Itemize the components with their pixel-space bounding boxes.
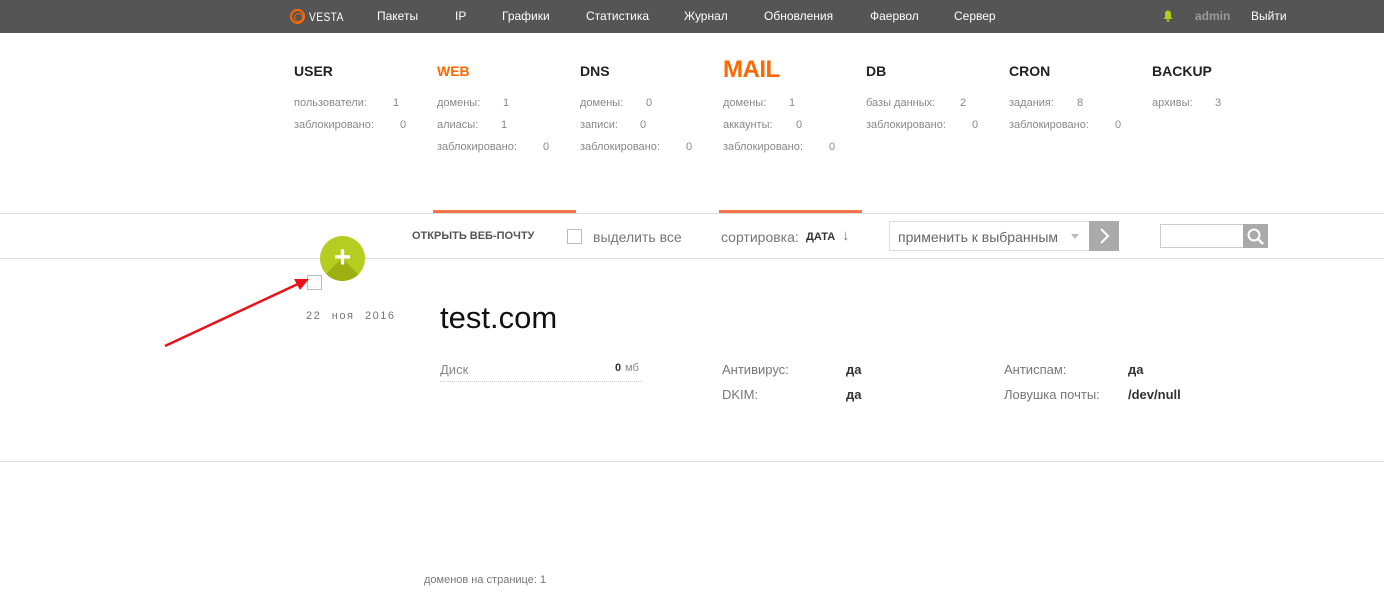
select-all-label[interactable]: выделить все (593, 229, 682, 245)
annotation-arrow-icon (164, 279, 309, 348)
search-input[interactable] (1160, 224, 1244, 248)
stat-value: 0 (796, 119, 803, 131)
select-all-checkbox[interactable] (567, 229, 582, 244)
stat-label: заблокировано: (723, 141, 803, 153)
stat-label: домены: (580, 97, 624, 109)
plus-icon: + (333, 241, 352, 274)
stat-value: 1 (393, 97, 400, 109)
antivirus-value: да (846, 362, 862, 377)
vesta-logo[interactable]: VESTA (290, 8, 350, 25)
stat-label: пользователи: (294, 97, 367, 109)
caret-down-icon (1071, 234, 1079, 239)
disk-divider (440, 381, 641, 382)
nav-packages[interactable]: Пакеты (377, 9, 418, 23)
stat-label: базы данных: (866, 97, 936, 109)
apply-bulk-action-button[interactable] (1089, 221, 1119, 251)
stat-label: заблокировано: (1009, 119, 1089, 131)
sort-direction-icon[interactable]: ↓ (842, 227, 850, 244)
nav-firewall[interactable]: Фаервол (870, 9, 919, 23)
catchall-label: Ловушка почты: (1004, 387, 1100, 402)
stat-value: 1 (789, 97, 796, 109)
menu-title-cron[interactable]: CRON (1009, 63, 1050, 79)
stat-label: заблокировано: (866, 119, 946, 131)
menu-title-web[interactable]: WEB (437, 63, 470, 79)
stat-label: домены: (723, 97, 767, 109)
open-webmail-link[interactable]: ОТКРЫТЬ ВЕБ-ПОЧТУ (412, 230, 534, 242)
stat-label: задания: (1009, 97, 1054, 109)
row-checkbox[interactable] (307, 275, 322, 290)
disk-value: 0 (615, 362, 622, 374)
dkim-label: DKIM: (722, 387, 759, 402)
stat-value: 0 (646, 97, 653, 109)
search-button[interactable] (1243, 224, 1268, 248)
bulk-action-select[interactable]: применить к выбранным (889, 221, 1090, 251)
vesta-logo-icon (290, 9, 305, 24)
antispam-value: да (1128, 362, 1144, 377)
chevron-right-icon (1100, 228, 1110, 244)
sort-label: сортировка: (721, 229, 799, 245)
disk-unit: мб (625, 362, 639, 374)
catchall-value: /dev/null (1128, 387, 1181, 402)
stat-label: аккаунты: (723, 119, 773, 131)
menu-title-mail[interactable]: MAIL (723, 56, 780, 84)
divider (0, 258, 1384, 259)
sort-field[interactable]: ДАТА (806, 231, 835, 243)
divider (0, 461, 1384, 462)
stat-value: 0 (400, 119, 407, 131)
user-link[interactable]: admin (1195, 9, 1230, 23)
stat-value: 8 (1077, 97, 1084, 109)
stat-label: записи: (580, 119, 618, 131)
stat-label: домены: (437, 97, 481, 109)
domains-per-page: доменов на странице: 1 (424, 574, 547, 586)
stat-value: 0 (829, 141, 836, 153)
stat-label: архивы: (1152, 97, 1193, 109)
menu-title-db[interactable]: DB (866, 63, 886, 79)
stat-value: 1 (501, 119, 508, 131)
stat-label: заблокировано: (437, 141, 517, 153)
menu-title-backup[interactable]: BACKUP (1152, 63, 1212, 79)
nav-updates[interactable]: Обновления (764, 9, 833, 23)
stat-label: заблокировано: (580, 141, 660, 153)
add-domain-button[interactable]: + (320, 236, 365, 281)
logout-link[interactable]: Выйти (1251, 9, 1287, 23)
bell-icon[interactable] (1163, 10, 1173, 22)
nav-ip[interactable]: IP (455, 9, 466, 23)
nav-graphs[interactable]: Графики (502, 9, 550, 23)
stat-value: 1 (503, 97, 510, 109)
stat-value: 2 (960, 97, 967, 109)
nav-statistics[interactable]: Статистика (586, 9, 649, 23)
menu-title-user[interactable]: USER (294, 63, 333, 79)
antispam-label: Антиспам: (1004, 362, 1067, 377)
domain-name[interactable]: test.com (440, 300, 557, 336)
stat-value: 0 (1115, 119, 1122, 131)
top-navigation-bar: VESTA Пакеты IP Графики Статистика Журна… (0, 0, 1384, 33)
stat-value: 0 (640, 119, 647, 131)
menu-title-dns[interactable]: DNS (580, 63, 610, 79)
stat-value: 0 (972, 119, 979, 131)
stat-value: 3 (1215, 97, 1222, 109)
antivirus-label: Антивирус: (722, 362, 789, 377)
dkim-value: да (846, 387, 862, 402)
stat-value: 0 (543, 141, 550, 153)
row-date: 22 ноя 2016 (306, 310, 396, 322)
nav-log[interactable]: Журнал (684, 9, 728, 23)
stat-label: заблокировано: (294, 119, 374, 131)
disk-label: Диск (440, 362, 469, 377)
search-icon (1247, 228, 1264, 245)
nav-server[interactable]: Сервер (954, 9, 996, 23)
divider (0, 213, 1384, 214)
bulk-action-value: применить к выбранным (898, 229, 1059, 245)
logo-text: VESTA (309, 9, 344, 24)
stat-label: алиасы: (437, 119, 479, 131)
stat-value: 0 (686, 141, 693, 153)
